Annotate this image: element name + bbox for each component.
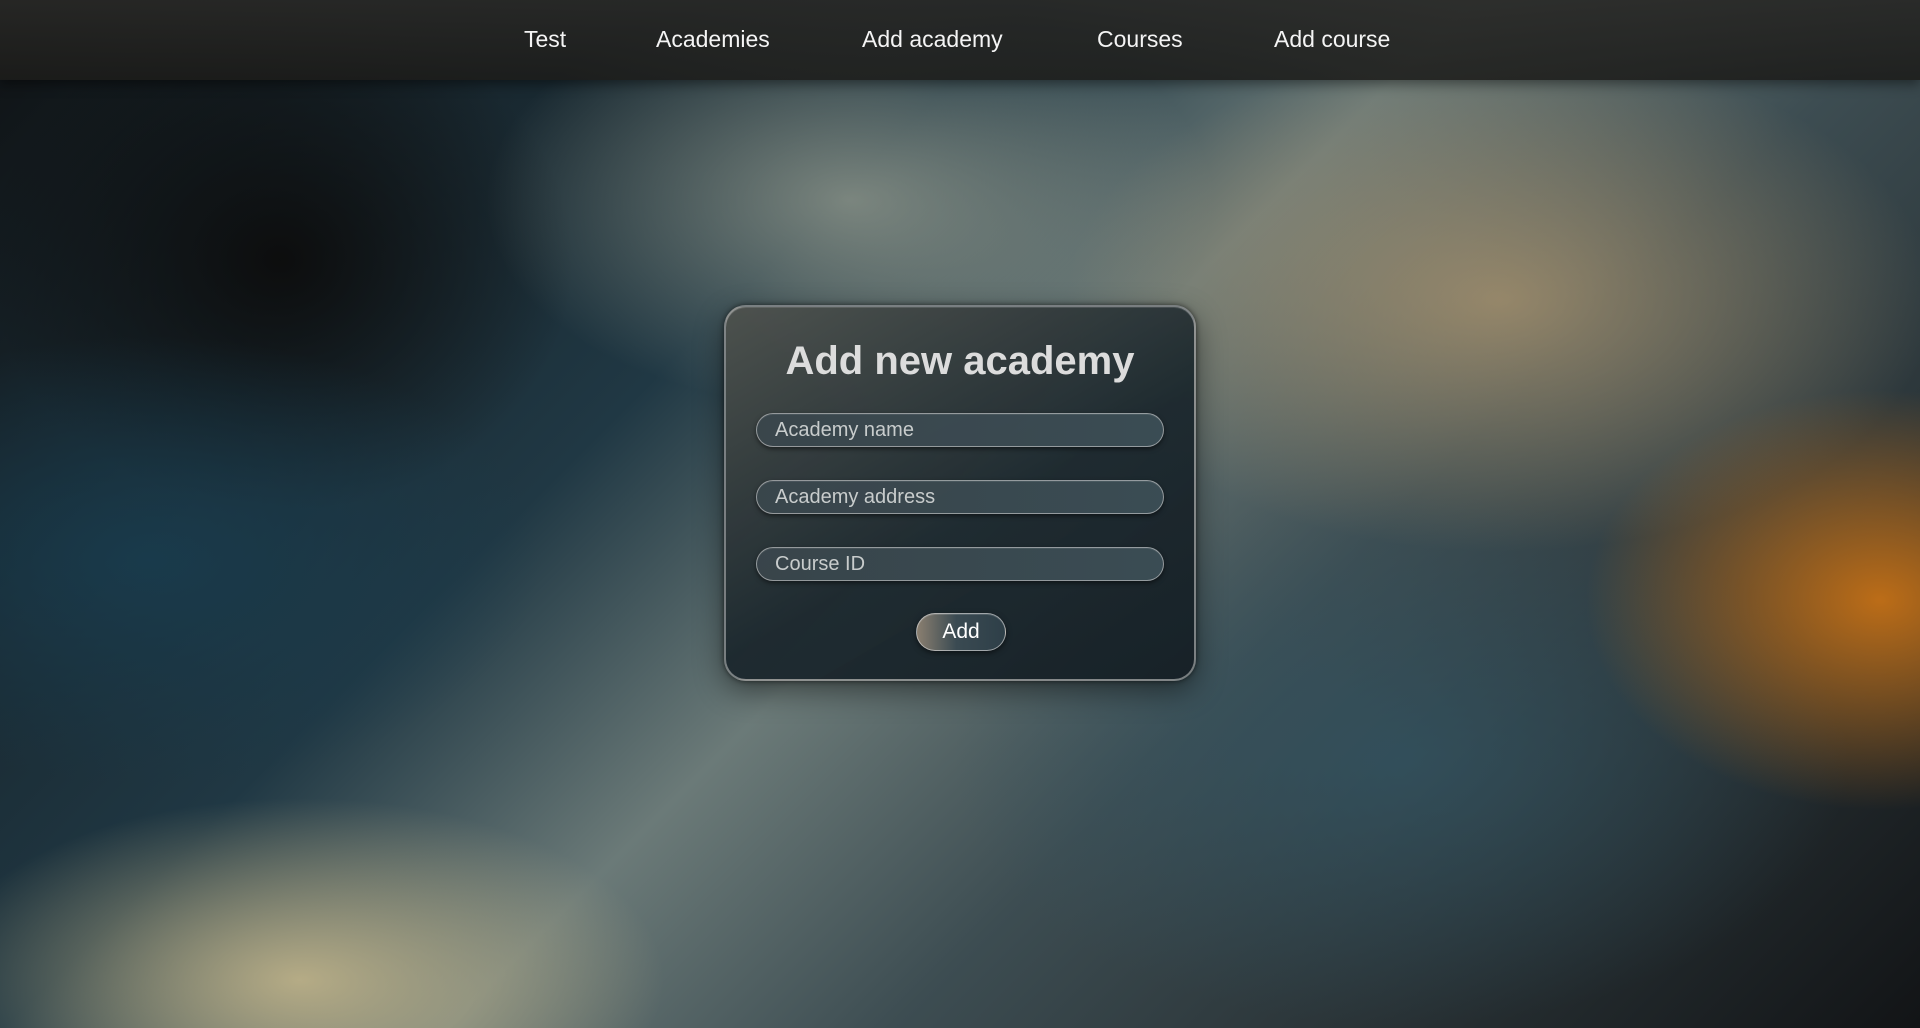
nav-link-courses[interactable]: Courses (1097, 26, 1183, 53)
nav-link-test[interactable]: Test (524, 26, 566, 53)
nav-link-academies[interactable]: Academies (656, 26, 770, 53)
nav-link-add-course[interactable]: Add course (1274, 26, 1390, 53)
add-button[interactable]: Add (916, 613, 1006, 651)
form-title: Add new academy (785, 339, 1135, 383)
nav-link-add-academy[interactable]: Add academy (862, 26, 1003, 53)
top-navbar: Test Academies Add academy Courses Add c… (0, 0, 1920, 80)
add-academy-form: Add new academy Add (724, 305, 1196, 681)
course-id-input[interactable] (756, 547, 1164, 581)
academy-address-input[interactable] (756, 480, 1164, 514)
academy-name-input[interactable] (756, 413, 1164, 447)
